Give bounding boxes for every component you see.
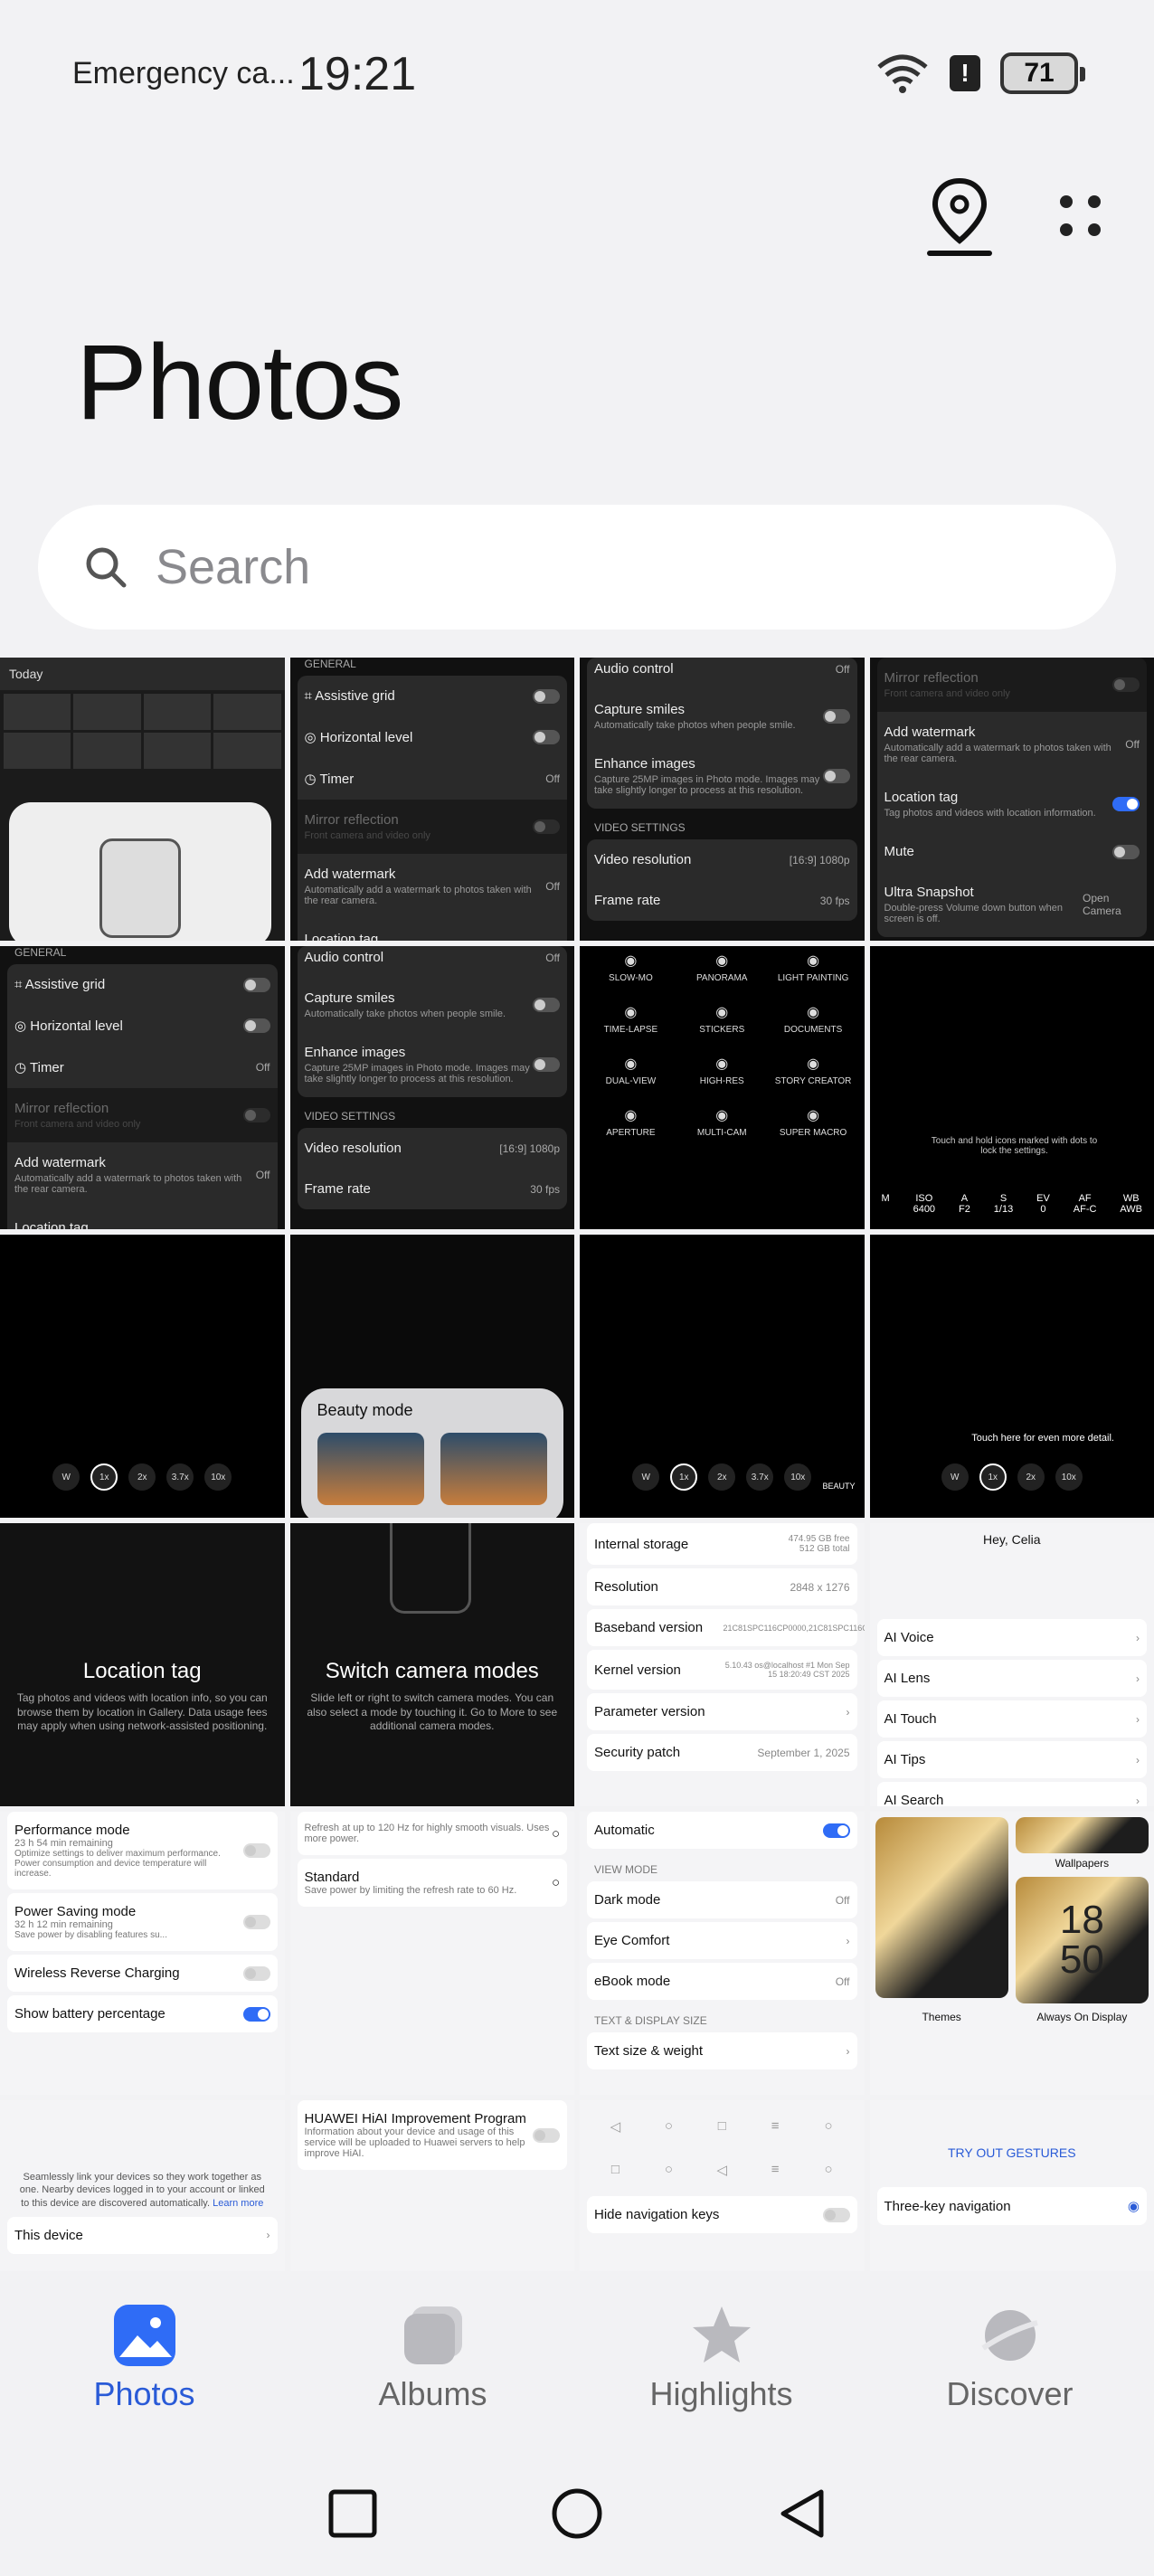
photo-thumbnail[interactable]: Location tag Tag photos and videos with … [0,1523,285,1806]
photo-thumbnail[interactable]: Internal storage 474.95 GB free 512 GB to… [580,1523,865,1806]
today-label: Today [0,658,285,690]
photo-thumbnail[interactable]: Mirror reflection Front camera and video … [869,658,1154,941]
photo-thumbnail[interactable]: Refresh at up to 120 Hz for highly smoot… [289,1812,574,2095]
photo-thumbnail[interactable]: Touch and hold icons marked with dots to… [869,946,1154,1229]
search-icon [86,547,127,588]
search-placeholder: Search [156,540,311,594]
photo-thumbnail[interactable]: Seamlessly link your devices so they wor… [0,2100,285,2271]
pro-controls: M ISO 6400 A F2 S 1/13 EV 0 AF AF-C WB AWB [881,1193,1143,1215]
photo-thumbnail[interactable]: Automatic VIEW MODE Dark mode Off Eye Com… [580,1812,865,2095]
photo-thumbnail[interactable]: GENERAL ⌗ Assistive grid ◎ Horizontal le… [0,946,285,1229]
system-navigation [0,2451,1154,2576]
tab-albums[interactable]: Albums [288,2278,577,2440]
photo-thumbnail[interactable]: Switch camera modes Slide left or right … [289,1523,574,1806]
more-grid-icon [1060,195,1073,208]
photos-icon [113,2305,175,2366]
search-bar[interactable]: Search [38,505,1116,630]
zoom-bar: W 1x 2x 3.7x 10x [580,1463,865,1491]
clock: 19:21 [298,48,417,100]
photo-thumbnail[interactable]: Audio control Off Capture smiles Automatic… [580,658,865,941]
photo-thumbnail[interactable]: Wallpapers 18 50 Themes Always On Displa… [869,1812,1154,2095]
photo-thumbnail[interactable]: Hey, Celia AI Voice › AI Lens › AI Touch › … [869,1523,1154,1806]
albums-icon [403,2306,462,2364]
tab-photos[interactable]: Photos [0,2278,288,2440]
location-pin-icon [927,177,992,256]
alert-icon: ! [950,55,980,91]
camera-modes: SLOW-MOPANORAMALIGHT PAINTING TIME-LAPSE… [580,946,865,1143]
status-bar: Emergency ca... 19:21 ! 71 [0,0,1154,149]
discover-planet-icon [980,2310,1038,2361]
back-icon[interactable] [776,2486,827,2541]
location-button[interactable] [919,172,1000,262]
photo-thumbnail[interactable]: TRY OUT GESTURES Three-key navigation ◉ [869,2100,1154,2271]
photo-grid: Today GENERAL ⌗ Assistive grid ◎ Horizon… [0,658,1154,2271]
photo-thumbnail[interactable]: Touch here for even more detail. W 1x 2x 10… [869,1235,1154,1518]
recent-apps-icon[interactable] [327,2488,378,2539]
page-title: Photos [76,323,403,442]
carrier-label: Emergency ca... [72,56,295,90]
photo-thumbnail[interactable]: Audio control Off Capture smiles Automatic… [289,946,574,1229]
header-actions [883,172,1154,271]
photo-thumbnail[interactable]: HUAWEI HiAI Improvement Program Informati… [289,2100,574,2271]
wifi-icon [877,54,928,93]
highlights-star-icon [692,2306,751,2363]
tab-highlights[interactable]: Highlights [577,2278,866,2440]
more-options-button[interactable] [1045,181,1118,253]
zoom-bar: W 1x 2x 3.7x 10x [0,1463,285,1491]
bottom-navigation: Photos Albums Highlights Discover [0,2278,1154,2440]
photo-thumbnail[interactable]: Beauty mode [289,1235,574,1518]
photo-thumbnail[interactable]: SLOW-MOPANORAMALIGHT PAINTING TIME-LAPSE… [580,946,865,1229]
status-icons: ! 71 [875,51,1085,96]
battery-indicator: 71 [1000,52,1085,94]
tab-discover[interactable]: Discover [866,2278,1154,2440]
photo-thumbnail[interactable]: W 1x 2x 3.7x 10x BEAUTY [580,1235,865,1518]
photo-thumbnail[interactable]: Today [0,658,285,941]
zoom-bar: W 1x 2x 10x [870,1463,1154,1491]
photo-thumbnail[interactable]: W 1x 2x 3.7x 10x [0,1235,285,1518]
photo-thumbnail[interactable]: ◁ ○ □ ≡ ○ □ ○ ◁ ≡ ○ Hide navigation keys [580,2100,865,2271]
photo-thumbnail[interactable]: Performance mode 23 h 54 min remaining Opt… [0,1812,285,2095]
photo-thumbnail[interactable]: GENERAL ⌗ Assistive grid ◎ Horizontal le… [289,658,574,941]
home-icon[interactable] [550,2486,604,2541]
